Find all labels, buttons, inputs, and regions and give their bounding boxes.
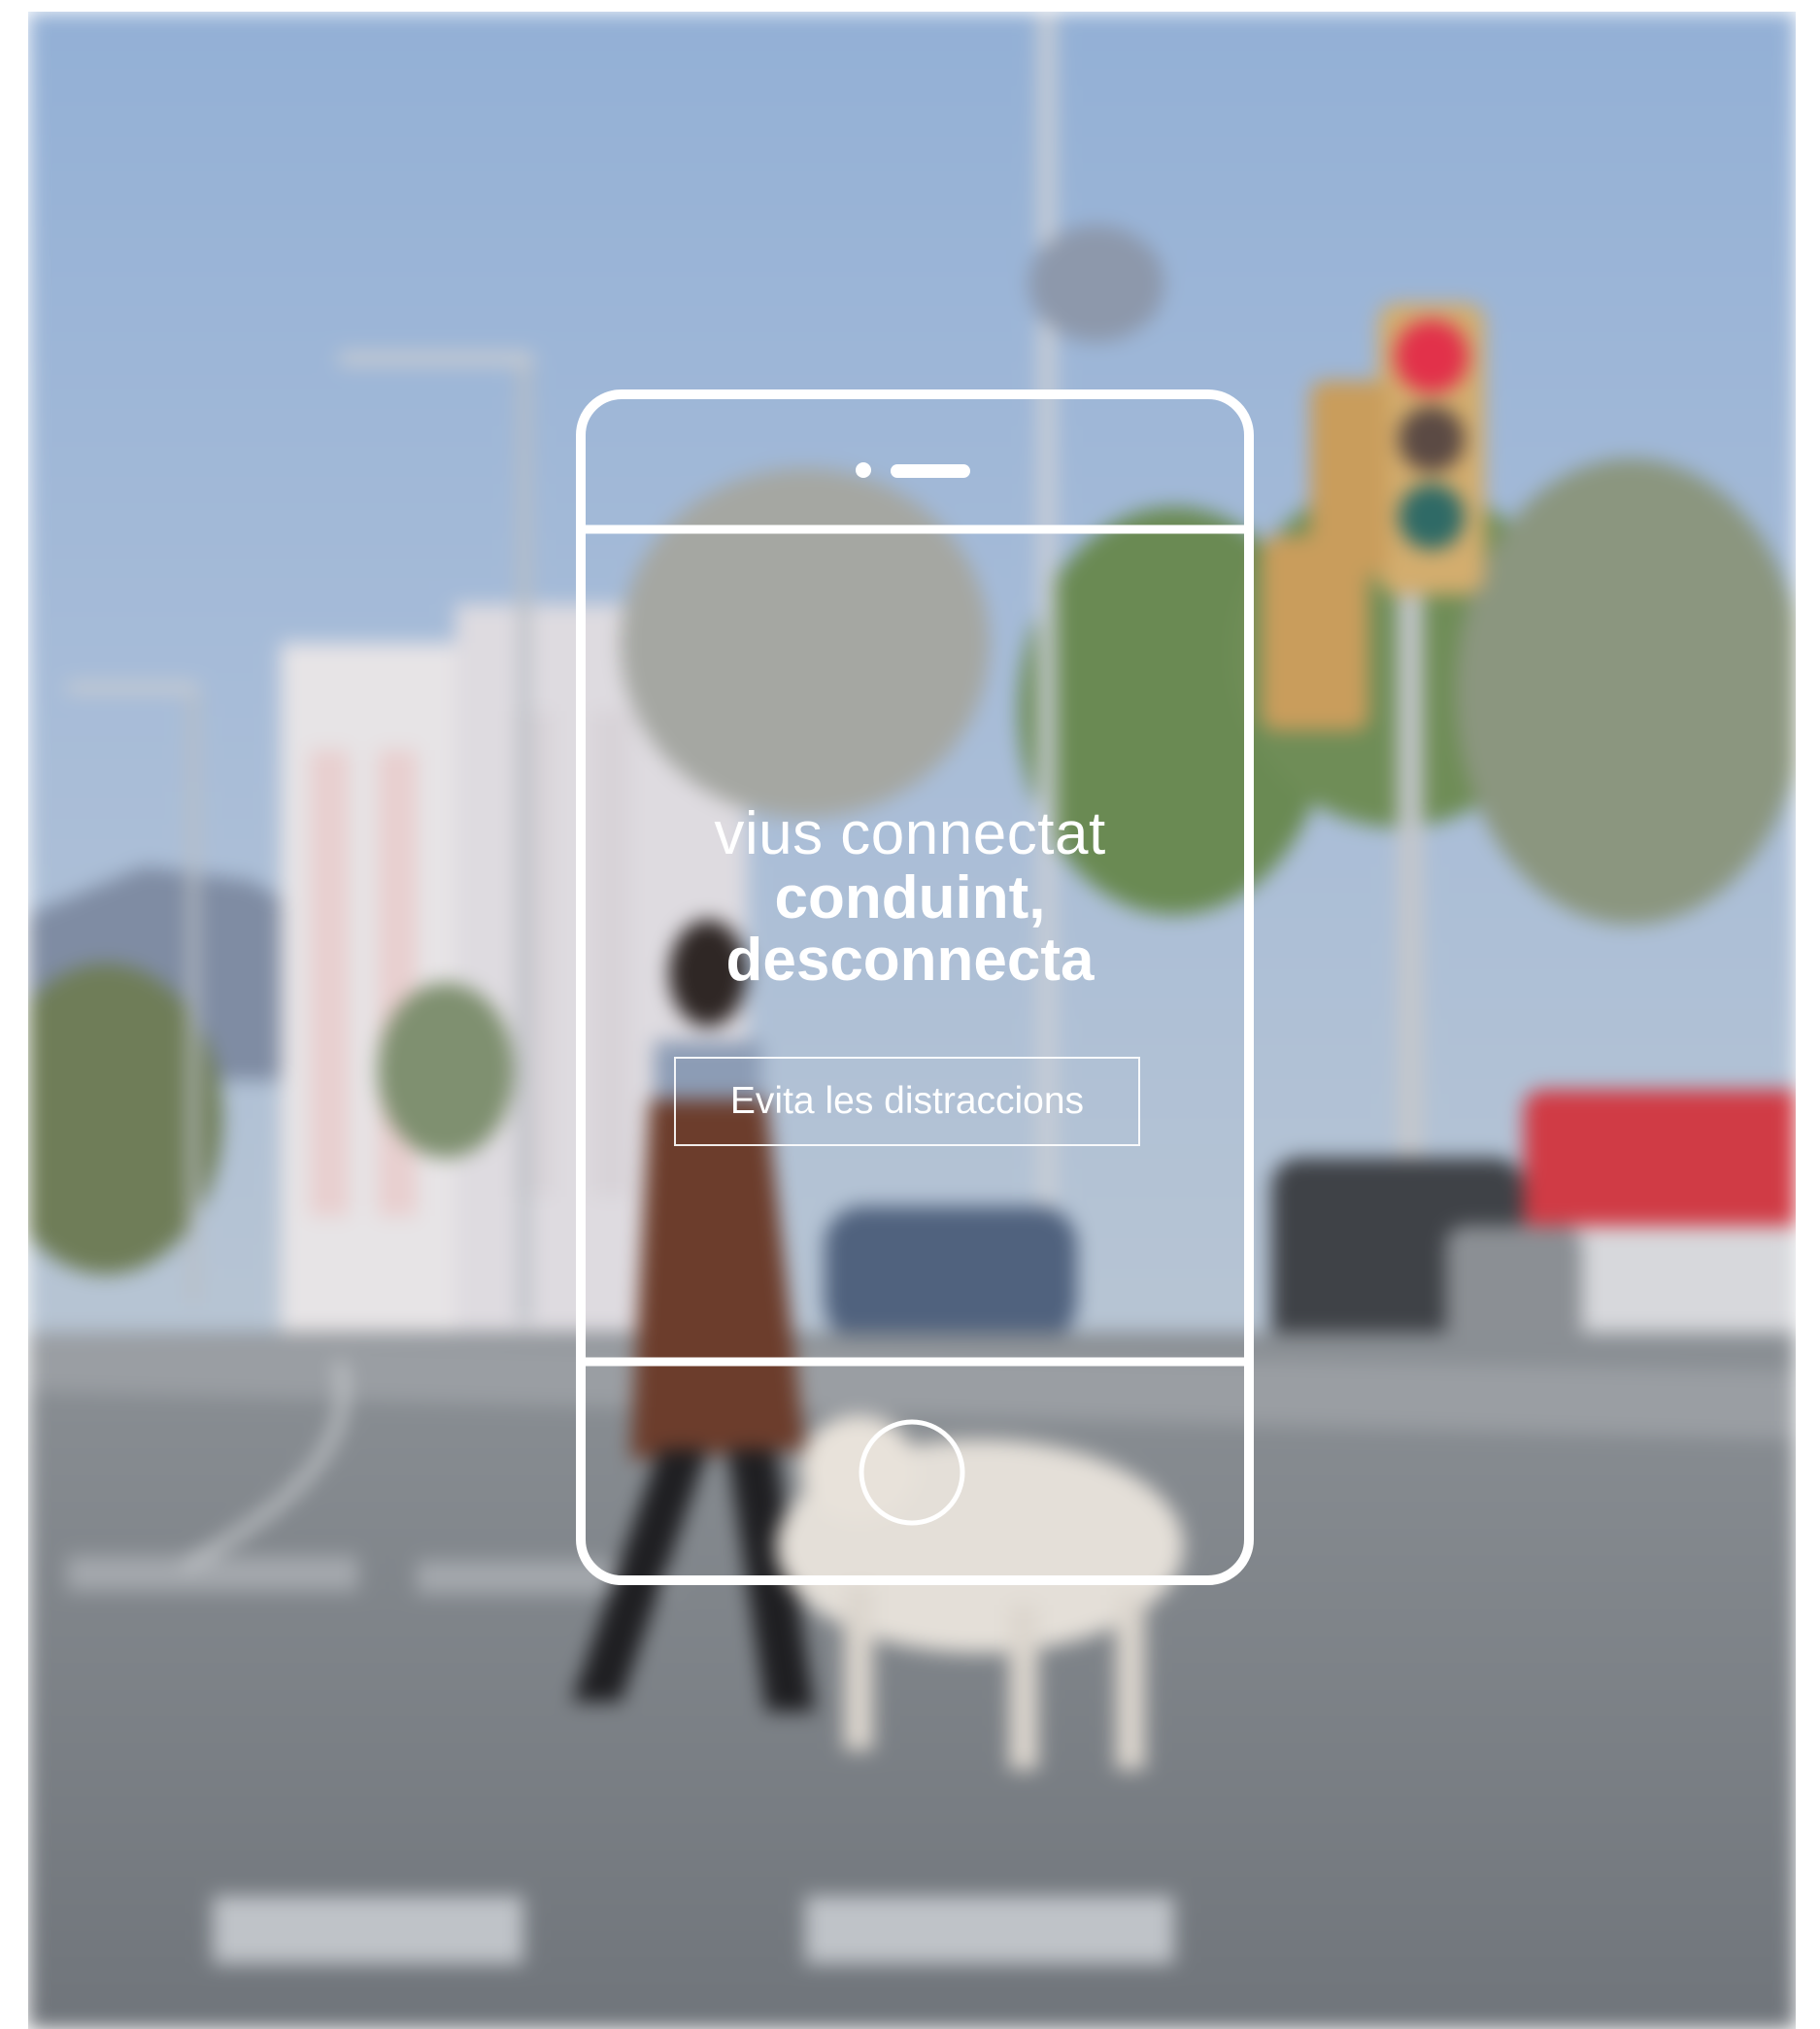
- headline-line-1: vius connectat: [714, 800, 1106, 867]
- headline-line-3: desconnecta: [725, 927, 1095, 994]
- home-button-icon: [859, 1419, 965, 1526]
- headline-line-2: conduint,: [774, 864, 1046, 931]
- speaker-icon: [891, 464, 970, 478]
- poster: [28, 12, 1796, 2029]
- avoid-distractions-button[interactable]: Evita les distraccions: [674, 1057, 1140, 1146]
- smartphone-outline-icon: [576, 389, 1254, 1585]
- front-camera-icon: [856, 462, 871, 478]
